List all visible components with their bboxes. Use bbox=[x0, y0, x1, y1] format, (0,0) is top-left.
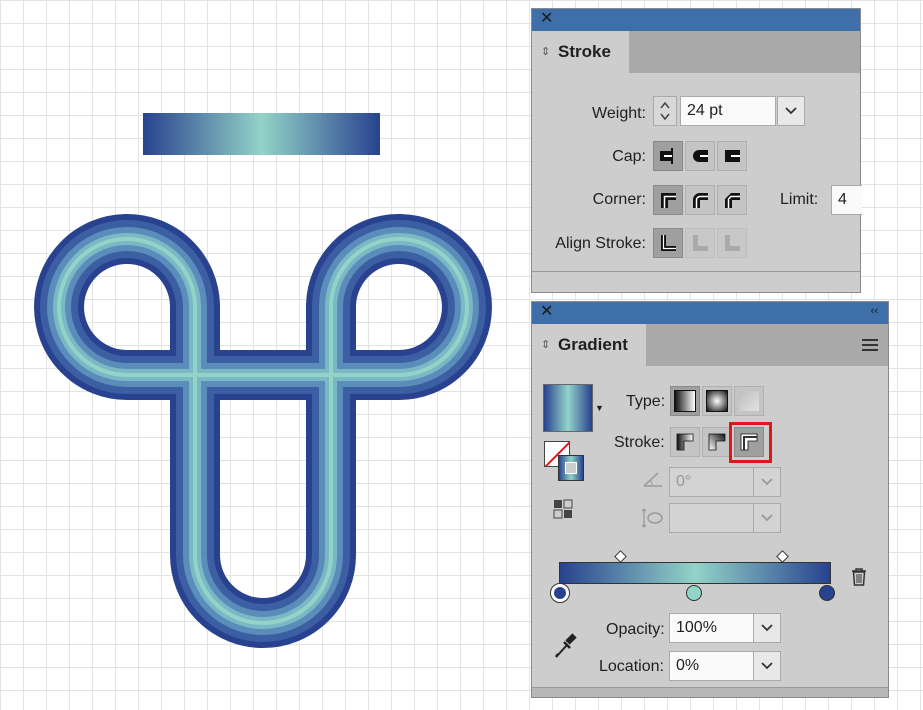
opacity-label: Opacity: bbox=[606, 621, 665, 638]
opacity-dropdown[interactable] bbox=[753, 613, 781, 643]
stroke-label: Stroke: bbox=[614, 434, 665, 451]
fill-stroke-toggle[interactable] bbox=[544, 441, 592, 487]
round-cap-icon[interactable] bbox=[685, 141, 715, 171]
gradient-bar-shape[interactable] bbox=[143, 113, 380, 155]
chevron-down-icon bbox=[761, 478, 773, 486]
resize-grip[interactable] bbox=[532, 687, 888, 697]
align-stroke-buttons bbox=[653, 228, 747, 258]
limit-input[interactable]: 4 bbox=[831, 185, 862, 215]
corner-buttons bbox=[653, 185, 747, 215]
gradient-stop-left[interactable] bbox=[550, 583, 570, 603]
trash-icon[interactable] bbox=[850, 567, 868, 592]
align-stroke-label: Align Stroke: bbox=[555, 235, 646, 252]
weight-stepper[interactable] bbox=[653, 96, 677, 126]
stroke-panel: ✕ ⇕ Stroke Weight: 24 pt Cap: Corner: Li… bbox=[531, 8, 862, 293]
align-outside-icon bbox=[717, 228, 747, 258]
limit-label: Limit: bbox=[780, 191, 819, 208]
tab-collapse-icon[interactable]: ⇕ bbox=[541, 324, 550, 366]
stroke-gradient-swatch[interactable] bbox=[558, 455, 584, 481]
tab-gradient-label: Gradient bbox=[558, 335, 628, 354]
panel-menu-icon[interactable] bbox=[862, 339, 878, 354]
cap-label: Cap: bbox=[612, 148, 646, 165]
midpoint-diamond-left[interactable] bbox=[614, 550, 627, 563]
panel-divider bbox=[532, 271, 860, 272]
chevron-down-icon bbox=[761, 514, 773, 522]
projecting-cap-icon[interactable] bbox=[717, 141, 747, 171]
stroke-path-shape[interactable] bbox=[34, 214, 492, 648]
location-input[interactable]: 0% bbox=[669, 651, 755, 681]
opacity-input[interactable]: 100% bbox=[669, 613, 755, 643]
gradient-stop-right[interactable] bbox=[819, 585, 835, 601]
stepper-arrows-icon bbox=[660, 101, 670, 121]
tab-gradient[interactable]: ⇕ Gradient bbox=[532, 324, 646, 366]
aspect-ratio-dropdown bbox=[753, 503, 781, 533]
weight-dropdown[interactable] bbox=[777, 96, 805, 126]
artwork-canvas bbox=[34, 113, 492, 648]
align-inside-icon bbox=[685, 228, 715, 258]
round-join-icon[interactable] bbox=[685, 185, 715, 215]
panel-title-bar[interactable]: ✕ bbox=[532, 9, 860, 31]
close-icon[interactable]: ✕ bbox=[540, 303, 553, 321]
gradient-panel: ✕ ‹‹ ⇕ Gradient ▼ Type: Stroke: 0° Opaci… bbox=[531, 301, 889, 698]
bevel-join-icon[interactable] bbox=[717, 185, 747, 215]
weight-input[interactable]: 24 pt bbox=[680, 96, 776, 126]
chevron-down-icon bbox=[761, 662, 773, 670]
aspect-ratio-input bbox=[669, 503, 761, 533]
gradient-type-buttons bbox=[670, 386, 764, 416]
chevron-down-icon bbox=[785, 107, 797, 115]
angle-input: 0° bbox=[669, 467, 761, 497]
radial-gradient-icon[interactable] bbox=[702, 386, 732, 416]
panel-title-bar[interactable]: ✕ ‹‹ bbox=[532, 302, 888, 324]
corner-label: Corner: bbox=[592, 191, 646, 208]
aspect-ratio-icon bbox=[640, 507, 664, 534]
close-icon[interactable]: ✕ bbox=[540, 10, 553, 28]
reverse-gradient-icon[interactable] bbox=[552, 498, 576, 525]
tab-bar: ⇕ Gradient bbox=[532, 324, 888, 366]
freeform-gradient-icon[interactable] bbox=[734, 386, 764, 416]
align-center-icon[interactable] bbox=[653, 228, 683, 258]
swatch-dropdown-icon[interactable]: ▼ bbox=[595, 403, 604, 413]
angle-dropdown bbox=[753, 467, 781, 497]
linear-gradient-icon[interactable] bbox=[670, 386, 700, 416]
location-label: Location: bbox=[599, 658, 664, 675]
angle-icon bbox=[642, 470, 664, 493]
gradient-swatch[interactable] bbox=[543, 384, 593, 432]
chevron-down-icon bbox=[761, 624, 773, 632]
gradient-stop-middle[interactable] bbox=[686, 585, 702, 601]
collapse-panel-icon[interactable]: ‹‹ bbox=[871, 305, 878, 317]
tab-bar: ⇕ Stroke bbox=[532, 31, 860, 73]
gradient-within-stroke-icon[interactable] bbox=[670, 427, 700, 457]
gradient-slider-bar[interactable] bbox=[559, 562, 831, 584]
type-label: Type: bbox=[626, 393, 666, 410]
location-dropdown[interactable] bbox=[753, 651, 781, 681]
tab-stroke-label: Stroke bbox=[558, 42, 611, 61]
midpoint-diamond-right[interactable] bbox=[776, 550, 789, 563]
tab-stroke[interactable]: ⇕ Stroke bbox=[532, 31, 629, 73]
gradient-along-stroke-icon[interactable] bbox=[702, 427, 732, 457]
weight-label: Weight: bbox=[592, 105, 646, 122]
miter-join-icon[interactable] bbox=[653, 185, 683, 215]
eyedropper-icon[interactable] bbox=[553, 631, 577, 664]
butt-cap-icon[interactable] bbox=[653, 141, 683, 171]
highlight-box bbox=[729, 422, 772, 463]
tab-collapse-icon[interactable]: ⇕ bbox=[541, 31, 550, 73]
cap-buttons bbox=[653, 141, 747, 171]
